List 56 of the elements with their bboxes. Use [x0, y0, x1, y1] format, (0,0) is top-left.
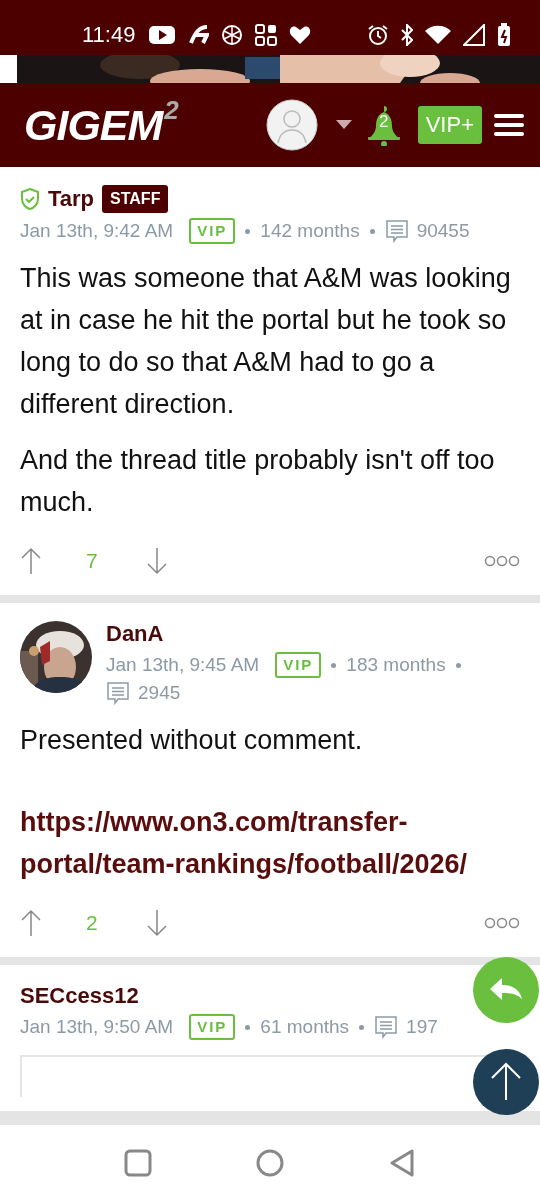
membership-tenure: 61 months	[260, 1015, 350, 1039]
bell-icon	[365, 104, 402, 146]
dropdown-caret-icon[interactable]	[335, 120, 352, 130]
reply-button[interactable]	[472, 956, 540, 1024]
separator-dot	[369, 228, 375, 234]
post-count: 197	[406, 1015, 438, 1039]
vip-badge: VIP	[189, 1014, 236, 1040]
post-count: 2945	[138, 681, 181, 705]
post-text: Presented without comment.	[20, 724, 364, 757]
back-icon[interactable]	[388, 1148, 416, 1177]
clock: 11:49	[82, 22, 136, 48]
more-options-icon[interactable]	[484, 917, 520, 929]
vip-badge: VIP	[275, 652, 322, 678]
post-text: And the thread title probably isn't off too much.	[20, 444, 496, 519]
menu-icon[interactable]	[494, 112, 524, 138]
recent-apps-icon[interactable]	[124, 1148, 152, 1177]
shield-check-icon	[20, 188, 40, 210]
upvote-arrow-icon[interactable]	[20, 909, 42, 937]
author-name[interactable]: SECcess12	[20, 983, 139, 1009]
comment-icon	[106, 681, 130, 705]
post-count: 90455	[416, 219, 470, 243]
video-play-icon	[149, 25, 176, 45]
membership-tenure: 142 months	[260, 219, 360, 243]
comment-icon	[374, 1015, 399, 1039]
post-date: Jan 13th, 9:45 AM	[106, 653, 260, 677]
post-text: This was someone that A&M was looking at in case he hit the portal but he took so long to do so that A&M had to go a different direction.	[20, 262, 512, 421]
scroll-to-top-button[interactable]	[472, 1048, 540, 1116]
upvote-arrow-icon[interactable]	[20, 547, 42, 575]
separator-dot	[245, 1024, 251, 1030]
downvote-arrow-icon[interactable]	[145, 909, 168, 937]
grid-icon	[255, 24, 278, 46]
separator-dot	[359, 1024, 365, 1030]
downvote-arrow-icon[interactable]	[145, 547, 168, 575]
vote-score: 2	[86, 911, 98, 935]
alarm-icon	[367, 24, 390, 46]
post-date: Jan 13th, 9:50 AM	[20, 1015, 174, 1039]
post-date: Jan 13th, 9:42 AM	[20, 219, 174, 243]
author-name[interactable]: Tarp	[48, 186, 95, 212]
battery-icon	[497, 23, 512, 47]
post-link[interactable]: https://www.on3.com/transfer-portal/team-rankings/football/2026/	[20, 801, 520, 885]
bluetooth-icon	[401, 24, 414, 46]
signal-icon	[463, 24, 486, 46]
wifi-icon	[425, 25, 452, 45]
vote-score: 7	[86, 549, 98, 573]
avatar-icon[interactable]	[265, 99, 318, 151]
author-name[interactable]: DanA	[106, 621, 164, 647]
heart-icon	[289, 25, 312, 45]
more-options-icon[interactable]	[484, 555, 520, 567]
vip-badge: VIP	[189, 218, 236, 244]
separator-dot	[331, 662, 337, 668]
comment-icon	[384, 219, 409, 243]
separator-dot	[455, 662, 461, 668]
staff-badge: STAFF	[102, 185, 169, 213]
home-icon[interactable]	[256, 1148, 284, 1177]
separator-dot	[245, 228, 251, 234]
membership-tenure: 183 months	[346, 653, 446, 677]
